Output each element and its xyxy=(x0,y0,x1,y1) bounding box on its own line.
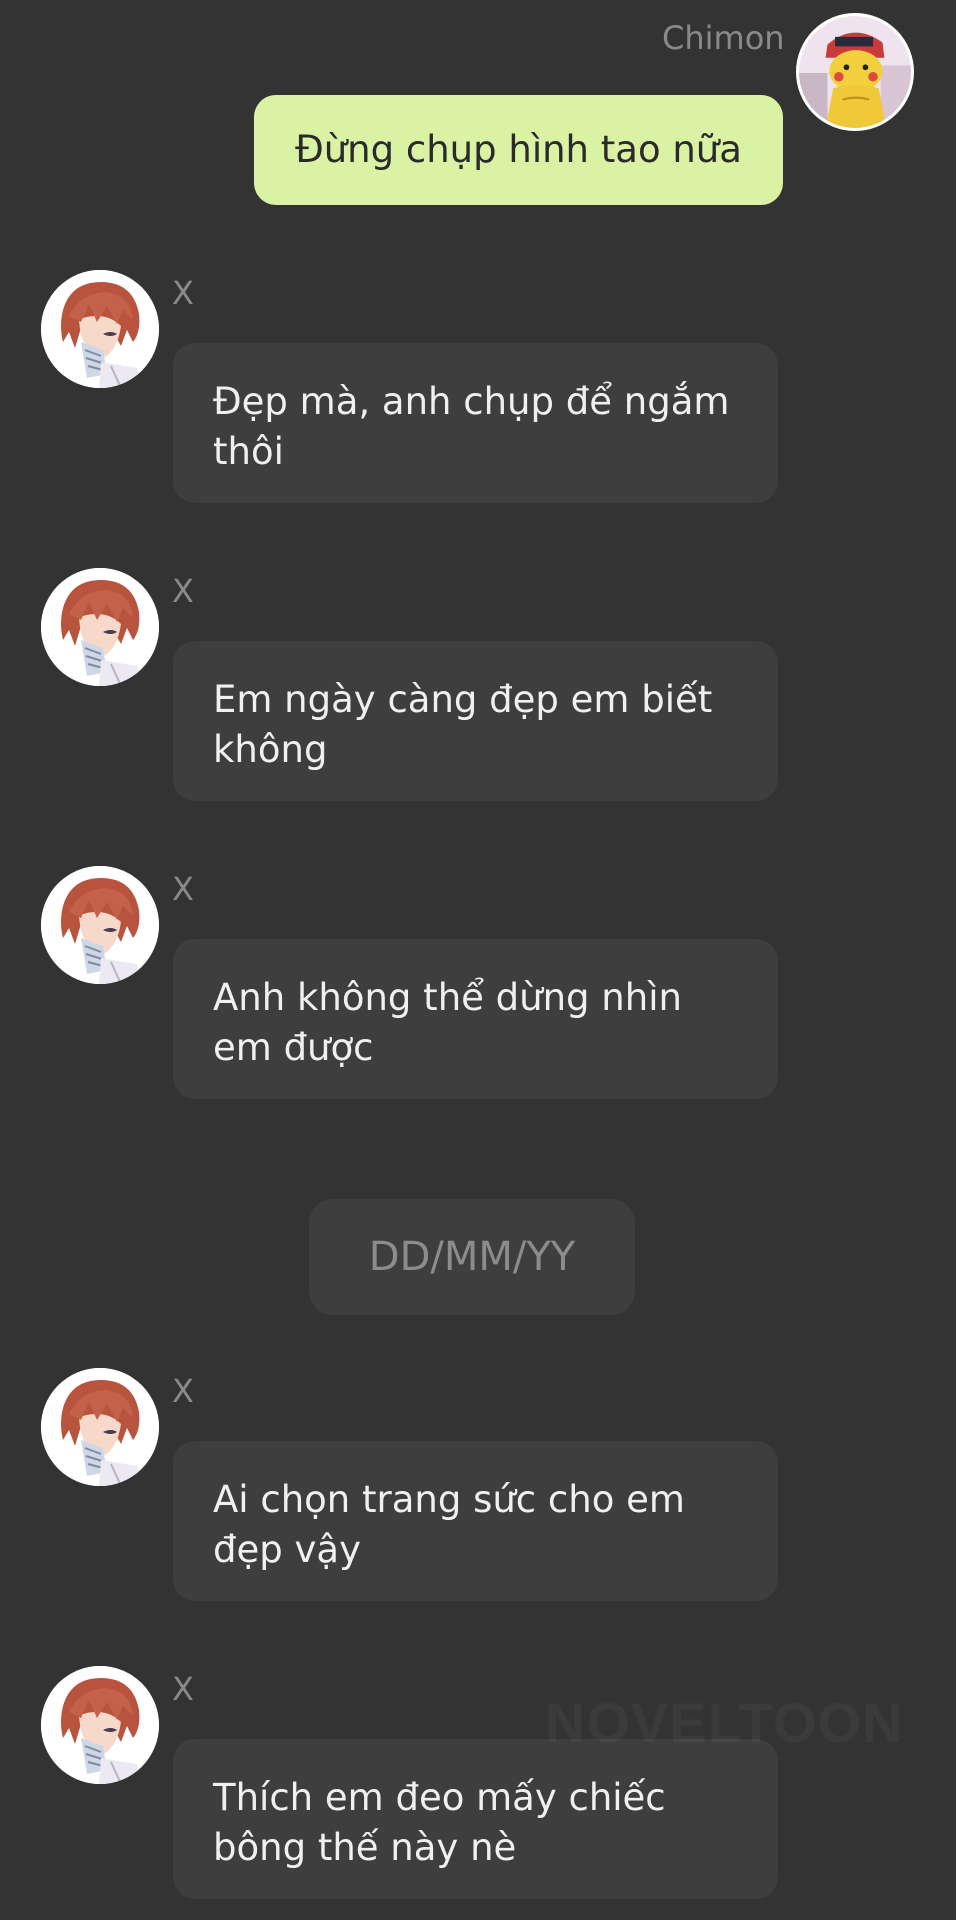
message-line: Đẹp mà, anh chụp để ngắm xyxy=(213,380,730,423)
message-line: Anh không thể dừng nhìn xyxy=(213,976,682,1019)
incoming-sender-name: X xyxy=(172,1670,194,1708)
message-line: đẹp vậy xyxy=(213,1528,361,1571)
incoming-message-bubble[interactable]: Ai chọn trang sức cho em đẹp vậy xyxy=(173,1441,778,1601)
message-line: Em ngày càng đẹp em biết xyxy=(213,678,713,721)
contact-avatar-icon[interactable] xyxy=(41,1368,159,1486)
message-line: em được xyxy=(213,1026,374,1069)
incoming-sender-name: X xyxy=(172,1372,194,1410)
incoming-message-bubble[interactable]: Anh không thể dừng nhìn em được xyxy=(173,939,778,1099)
message-line: thôi xyxy=(213,430,284,473)
incoming-message-bubble[interactable]: Đẹp mà, anh chụp để ngắm thôi xyxy=(173,343,778,503)
contact-avatar-icon[interactable] xyxy=(41,568,159,686)
watermark-logo: NOVELTOON xyxy=(545,1690,905,1790)
message-line: không xyxy=(213,728,328,771)
contact-avatar-icon[interactable] xyxy=(41,1666,159,1784)
date-divider: DD/MM/YY xyxy=(309,1199,635,1315)
outgoing-sender-name: Chimon xyxy=(662,19,785,57)
incoming-sender-name: X xyxy=(172,870,194,908)
outgoing-message-bubble[interactable]: Đừng chụp hình tao nữa xyxy=(254,95,783,205)
incoming-message-bubble[interactable]: Em ngày càng đẹp em biết không xyxy=(173,641,778,801)
incoming-sender-name: X xyxy=(172,572,194,610)
contact-avatar-icon[interactable] xyxy=(41,866,159,984)
message-line: Ai chọn trang sức cho em xyxy=(213,1478,685,1521)
contact-avatar-icon[interactable] xyxy=(41,270,159,388)
incoming-sender-name: X xyxy=(172,274,194,312)
message-line: bông thế này nè xyxy=(213,1826,517,1869)
pikachu-avatar-icon[interactable] xyxy=(796,13,914,131)
